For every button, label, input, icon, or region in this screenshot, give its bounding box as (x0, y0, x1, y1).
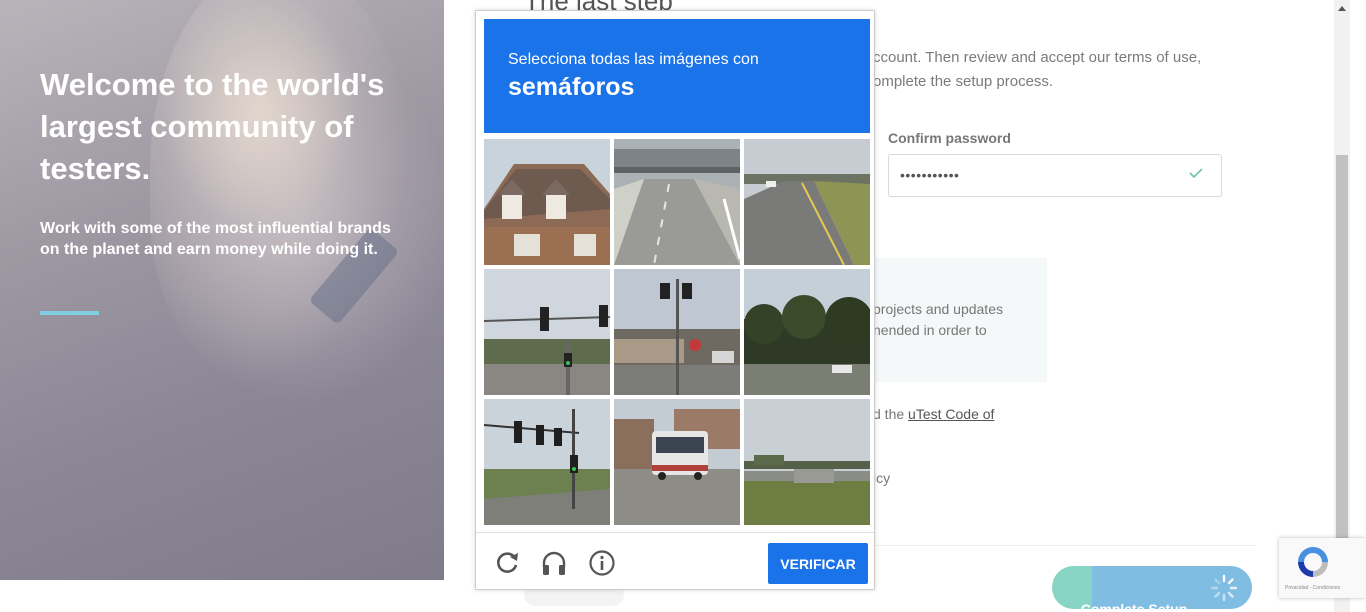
captcha-instruction: Selecciona todas las imágenes con (508, 51, 759, 68)
page-scrollbar[interactable] (1334, 0, 1350, 612)
captcha-header: Selecciona todas las imágenes con semáfo… (484, 19, 870, 133)
scroll-up-icon[interactable] (1338, 6, 1346, 11)
captcha-image-grid (484, 139, 870, 525)
recaptcha-logo (1298, 547, 1328, 577)
highway-field-image (744, 139, 870, 265)
spinner-icon (1210, 574, 1238, 602)
captcha-tile-6[interactable] (744, 269, 870, 395)
hero-accent-line (40, 311, 99, 315)
confirm-password-value: ••••••••••• (900, 167, 960, 183)
info-line1: projects and updates (873, 301, 1003, 317)
complete-setup-button[interactable]: Complete Setup (1052, 566, 1252, 609)
trees-road-image (744, 269, 870, 395)
page: Welcome to the world's largest community… (0, 0, 1366, 612)
confirm-password-label: Confirm password (888, 130, 1011, 146)
highway-overpass-image (614, 139, 740, 265)
hero-photo-highlight (150, 0, 410, 380)
confirm-password-field[interactable]: ••••••••••• (888, 154, 1222, 197)
scrollbar-thumb[interactable] (1336, 155, 1348, 545)
verify-button[interactable]: VERIFICAR (768, 543, 868, 584)
code-of-conduct-link[interactable]: uTest Code of (908, 406, 994, 422)
divider (875, 545, 1255, 546)
captcha-tile-3[interactable] (744, 139, 870, 265)
complete-setup-label: Complete Setup (1080, 600, 1188, 610)
captcha-tile-7[interactable] (484, 399, 610, 525)
form-intro-line1: ccount. Then review and accept our terms… (873, 49, 1202, 66)
captcha-tile-1[interactable] (484, 139, 610, 265)
hero-heading: Welcome to the world's largest community… (40, 67, 385, 186)
captcha-tile-5[interactable] (614, 269, 740, 395)
recaptcha-terms[interactable]: Privacidad - Condiciones (1285, 585, 1340, 591)
bridge-field-image (744, 399, 870, 525)
form-intro-line2: omplete the setup process. (873, 73, 1054, 90)
captcha-tile-2[interactable] (614, 139, 740, 265)
captcha-tile-8[interactable] (614, 399, 740, 525)
captcha-target: semáforos (508, 73, 635, 101)
captcha-footer: VERIFICAR (476, 532, 874, 590)
house-image (484, 139, 610, 265)
bus-street-image (614, 399, 740, 525)
agree-prefix: d the (873, 406, 909, 422)
traffic-light-street-image (484, 269, 610, 395)
hero-subheading: Work with some of the most influential b… (40, 220, 391, 258)
headphones-icon[interactable] (540, 549, 568, 577)
policy-link[interactable]: icy (873, 470, 890, 486)
traffic-light-intersection-image (614, 269, 740, 395)
recaptcha-badge[interactable]: Privacidad - Condiciones (1279, 538, 1366, 598)
info-line2: nended in order to (873, 322, 987, 338)
info-icon[interactable] (588, 549, 616, 577)
captcha-tile-9[interactable] (744, 399, 870, 525)
hero-panel: Welcome to the world's largest community… (0, 0, 444, 580)
captcha-tile-4[interactable] (484, 269, 610, 395)
reload-icon[interactable] (493, 549, 521, 577)
checkmark-icon (1189, 168, 1203, 179)
info-box: projects and updates nended in order to (873, 258, 1047, 382)
agree-text: d the uTest Code of (873, 406, 994, 422)
traffic-light-road-image (484, 399, 610, 525)
captcha-dialog: Selecciona todas las imágenes con semáfo… (475, 10, 875, 590)
